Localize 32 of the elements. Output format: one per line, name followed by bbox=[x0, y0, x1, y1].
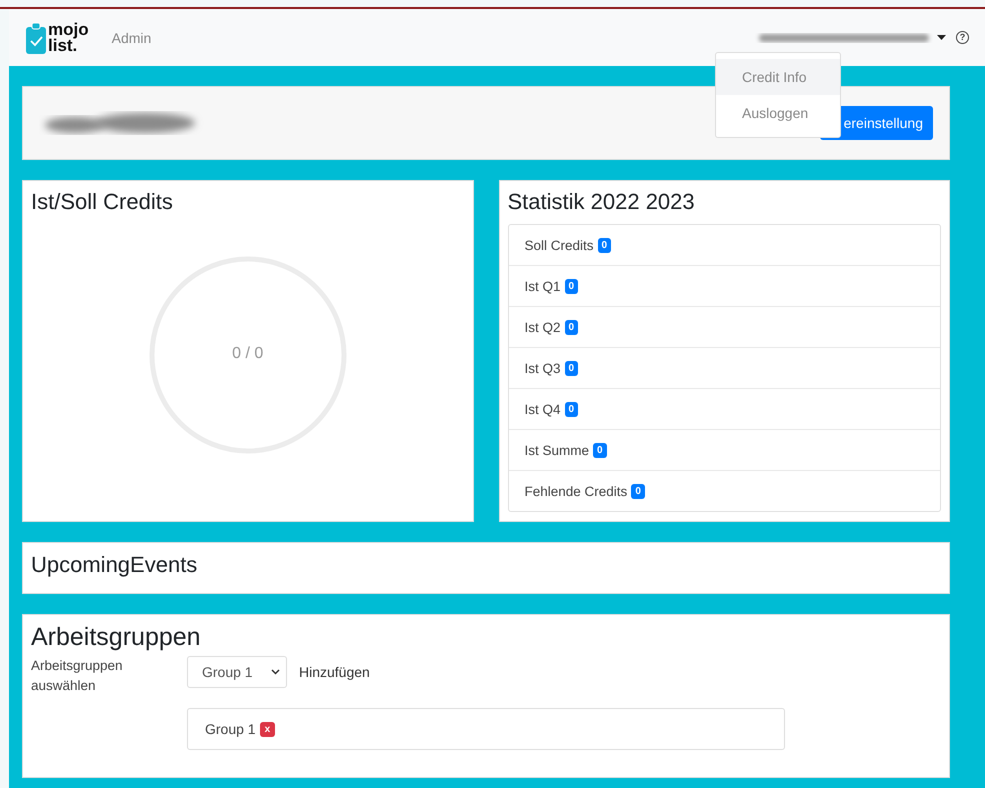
statistic-label: Fehlende Credits bbox=[524, 484, 628, 498]
count-badge: 0 bbox=[631, 484, 645, 498]
statistic-label: Ist Q3 bbox=[524, 360, 561, 376]
group-select[interactable]: Group 1 bbox=[187, 656, 287, 688]
group-name: Group 1 bbox=[205, 721, 256, 737]
statistic-label: Soll Credits bbox=[524, 238, 594, 252]
statistic-label: Ist Q1 bbox=[524, 278, 561, 294]
admin-link[interactable]: Admin bbox=[112, 30, 152, 46]
menu-item[interactable]: Credit Info bbox=[716, 59, 840, 95]
count-badge: 0 bbox=[564, 360, 578, 376]
chevron-icon bbox=[271, 669, 280, 675]
card-title: Statistik 2022 2023 bbox=[508, 189, 696, 215]
clipboard-check-icon bbox=[26, 22, 46, 54]
help-icon[interactable]: ? bbox=[956, 31, 969, 44]
field-label: Arbeitsgruppen auswählen bbox=[31, 657, 124, 695]
credits-reading: 0 / 0 bbox=[231, 345, 264, 363]
card-title: Ist/Soll Credits bbox=[31, 189, 174, 215]
count-badge: 0 bbox=[564, 402, 578, 416]
remove-button[interactable]: x bbox=[260, 722, 276, 736]
count-badge: 0 bbox=[593, 442, 607, 458]
statistic-label: Ist Q4 bbox=[524, 402, 561, 416]
add-link[interactable]: Hinzufügen bbox=[299, 656, 370, 688]
statistic-label: Ist Q2 bbox=[524, 320, 561, 334]
logo-text: list. bbox=[48, 38, 78, 54]
count-badge: 0 bbox=[564, 278, 578, 294]
statistic-label: Ist Summe bbox=[524, 442, 590, 458]
logo-text: mojo bbox=[48, 22, 89, 38]
count-badge: 0 bbox=[564, 320, 578, 334]
card-title: Arbeitsgruppen bbox=[31, 623, 202, 652]
caret-icon bbox=[937, 34, 946, 40]
card-title: UpcomingEvents bbox=[31, 552, 198, 578]
count-badge: 0 bbox=[598, 238, 612, 252]
